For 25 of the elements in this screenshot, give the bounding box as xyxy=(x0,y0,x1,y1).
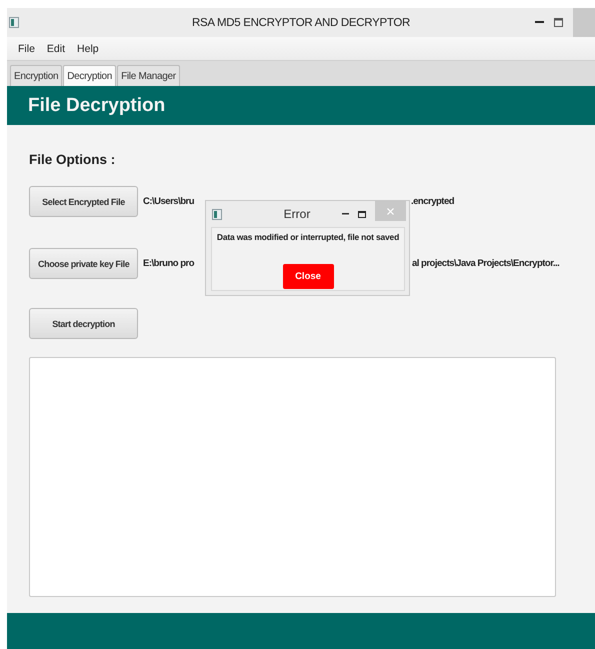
file-path: al projects\Java Projects\Encryptor... xyxy=(412,258,560,270)
menu-item[interactable]: Help xyxy=(77,42,99,54)
file-path: C:\Users\bru xyxy=(143,196,196,208)
app-icon xyxy=(212,208,222,220)
close-icon xyxy=(387,208,394,214)
menu-item[interactable]: Edit xyxy=(46,42,66,54)
section-title: File Options : xyxy=(29,152,116,167)
tab[interactable]: Encryption xyxy=(10,65,62,86)
dialog-title: Error xyxy=(282,207,312,221)
file-button[interactable]: Choose private key File xyxy=(29,248,138,279)
tab[interactable]: Decryption xyxy=(63,65,116,86)
maximize-icon[interactable] xyxy=(554,18,563,27)
page-heading: File Decryption xyxy=(28,94,166,116)
tab[interactable]: File Manager xyxy=(117,65,180,86)
window-title: RSA MD5 ENCRYPTOR AND DECRYPTOR xyxy=(192,16,410,28)
file-button[interactable]: Select Encrypted File xyxy=(29,186,138,217)
menu-item[interactable]: File xyxy=(18,42,35,54)
maximize-icon[interactable] xyxy=(358,210,366,218)
file-path: E:\bruno pro xyxy=(143,258,196,270)
close-button[interactable]: Close xyxy=(282,264,334,289)
minimize-icon[interactable] xyxy=(535,21,544,24)
start-button[interactable]: Start decryption xyxy=(29,308,138,339)
minimize-icon[interactable] xyxy=(342,213,349,215)
file-path: .encrypted xyxy=(411,196,454,208)
error-message: Data was modified or interrupted, file not saved xyxy=(216,232,400,242)
